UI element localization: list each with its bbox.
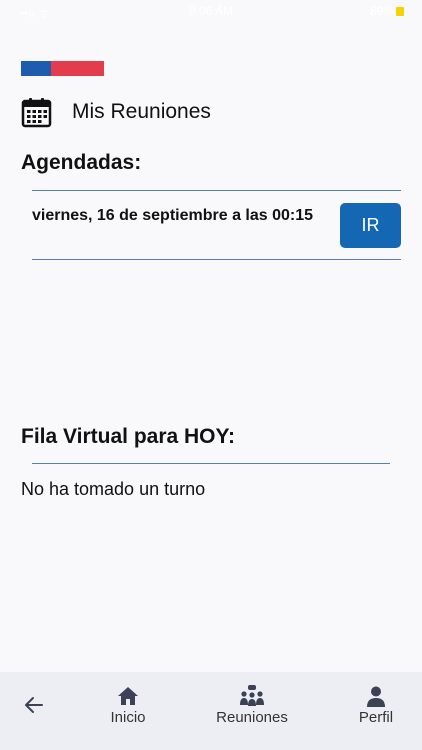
virtual-queue-divider — [32, 463, 390, 464]
status-bar: ••ıı ᯤ 9:06 AM 89% — [0, 0, 422, 24]
battery-percent: 89% — [369, 4, 394, 18]
page-title: Mis Reuniones — [72, 100, 211, 123]
battery-icon — [396, 7, 404, 16]
tab-reuniones-label: Reuniones — [216, 709, 288, 726]
page-header: Mis Reuniones — [21, 96, 211, 128]
chile-flag-bar — [21, 61, 104, 76]
meeting-people-icon — [240, 685, 264, 706]
scheduled-bottom-divider — [32, 259, 401, 260]
tab-inicio-label: Inicio — [110, 709, 146, 726]
scheduled-top-divider — [32, 190, 401, 191]
join-meeting-button[interactable]: IR — [340, 203, 401, 248]
virtual-queue-section-title: Fila Virtual para HOY: — [21, 425, 235, 448]
tab-perfil-label: Perfil — [358, 709, 394, 726]
tab-reuniones[interactable]: Reuniones — [208, 672, 296, 750]
person-icon — [366, 686, 386, 707]
flag-blue-segment — [21, 61, 51, 76]
bottom-tab-bar: Inicio Reuniones Perfil — [0, 672, 422, 750]
flag-red-segment — [51, 61, 104, 76]
tab-inicio[interactable]: Inicio — [100, 672, 156, 750]
scheduled-section-title: Agendadas: — [21, 151, 142, 174]
tab-perfil[interactable]: Perfil — [350, 672, 402, 750]
calendar-icon — [21, 97, 52, 128]
virtual-queue-empty-text: No ha tomado un turno — [21, 479, 206, 499]
back-arrow-icon[interactable] — [22, 693, 46, 722]
home-icon — [117, 686, 139, 706]
meeting-datetime: viernes, 16 de septiembre a las 00:15 — [31, 207, 314, 224]
status-time: 9:06 AM — [188, 4, 234, 18]
